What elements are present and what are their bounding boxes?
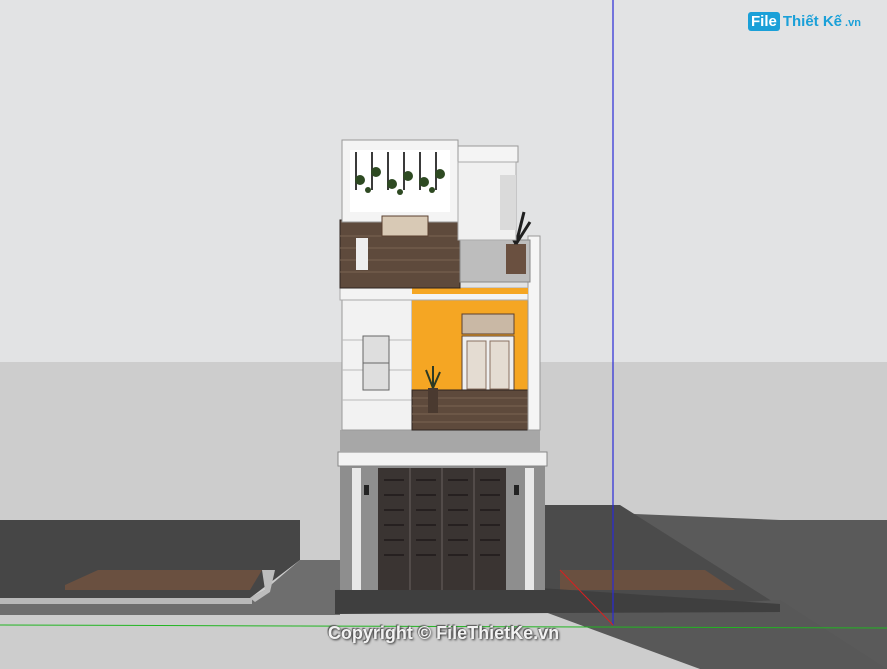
filethietke-logo: File Thiết Kế .vn [748, 12, 861, 31]
side-planter [506, 244, 526, 274]
transom-window [461, 313, 515, 335]
pillar-left [352, 468, 361, 590]
wall-lamp-left [364, 485, 369, 495]
stair-block [356, 238, 368, 270]
wood-deck-right [560, 570, 735, 590]
wood-deck-left [65, 570, 262, 590]
logo-box: File [748, 12, 780, 31]
plant-pot [428, 388, 438, 413]
copyright-watermark: Copyright © FileThietKe.vn [327, 623, 560, 643]
wall-lamp-right [514, 485, 519, 495]
house-model-render [0, 0, 887, 669]
pillar-right [525, 468, 534, 590]
top-door [381, 215, 429, 237]
roof-cap [457, 145, 519, 163]
logo-suffix: .vn [845, 17, 861, 29]
ground-floor-canopy [337, 451, 548, 467]
sketchup-viewport: File Thiết Kế .vn Copyright © FileThietK… [0, 0, 887, 669]
logo-text: Thiết Kế [782, 13, 843, 30]
stone-band [340, 430, 540, 452]
curb-edge [0, 598, 252, 604]
